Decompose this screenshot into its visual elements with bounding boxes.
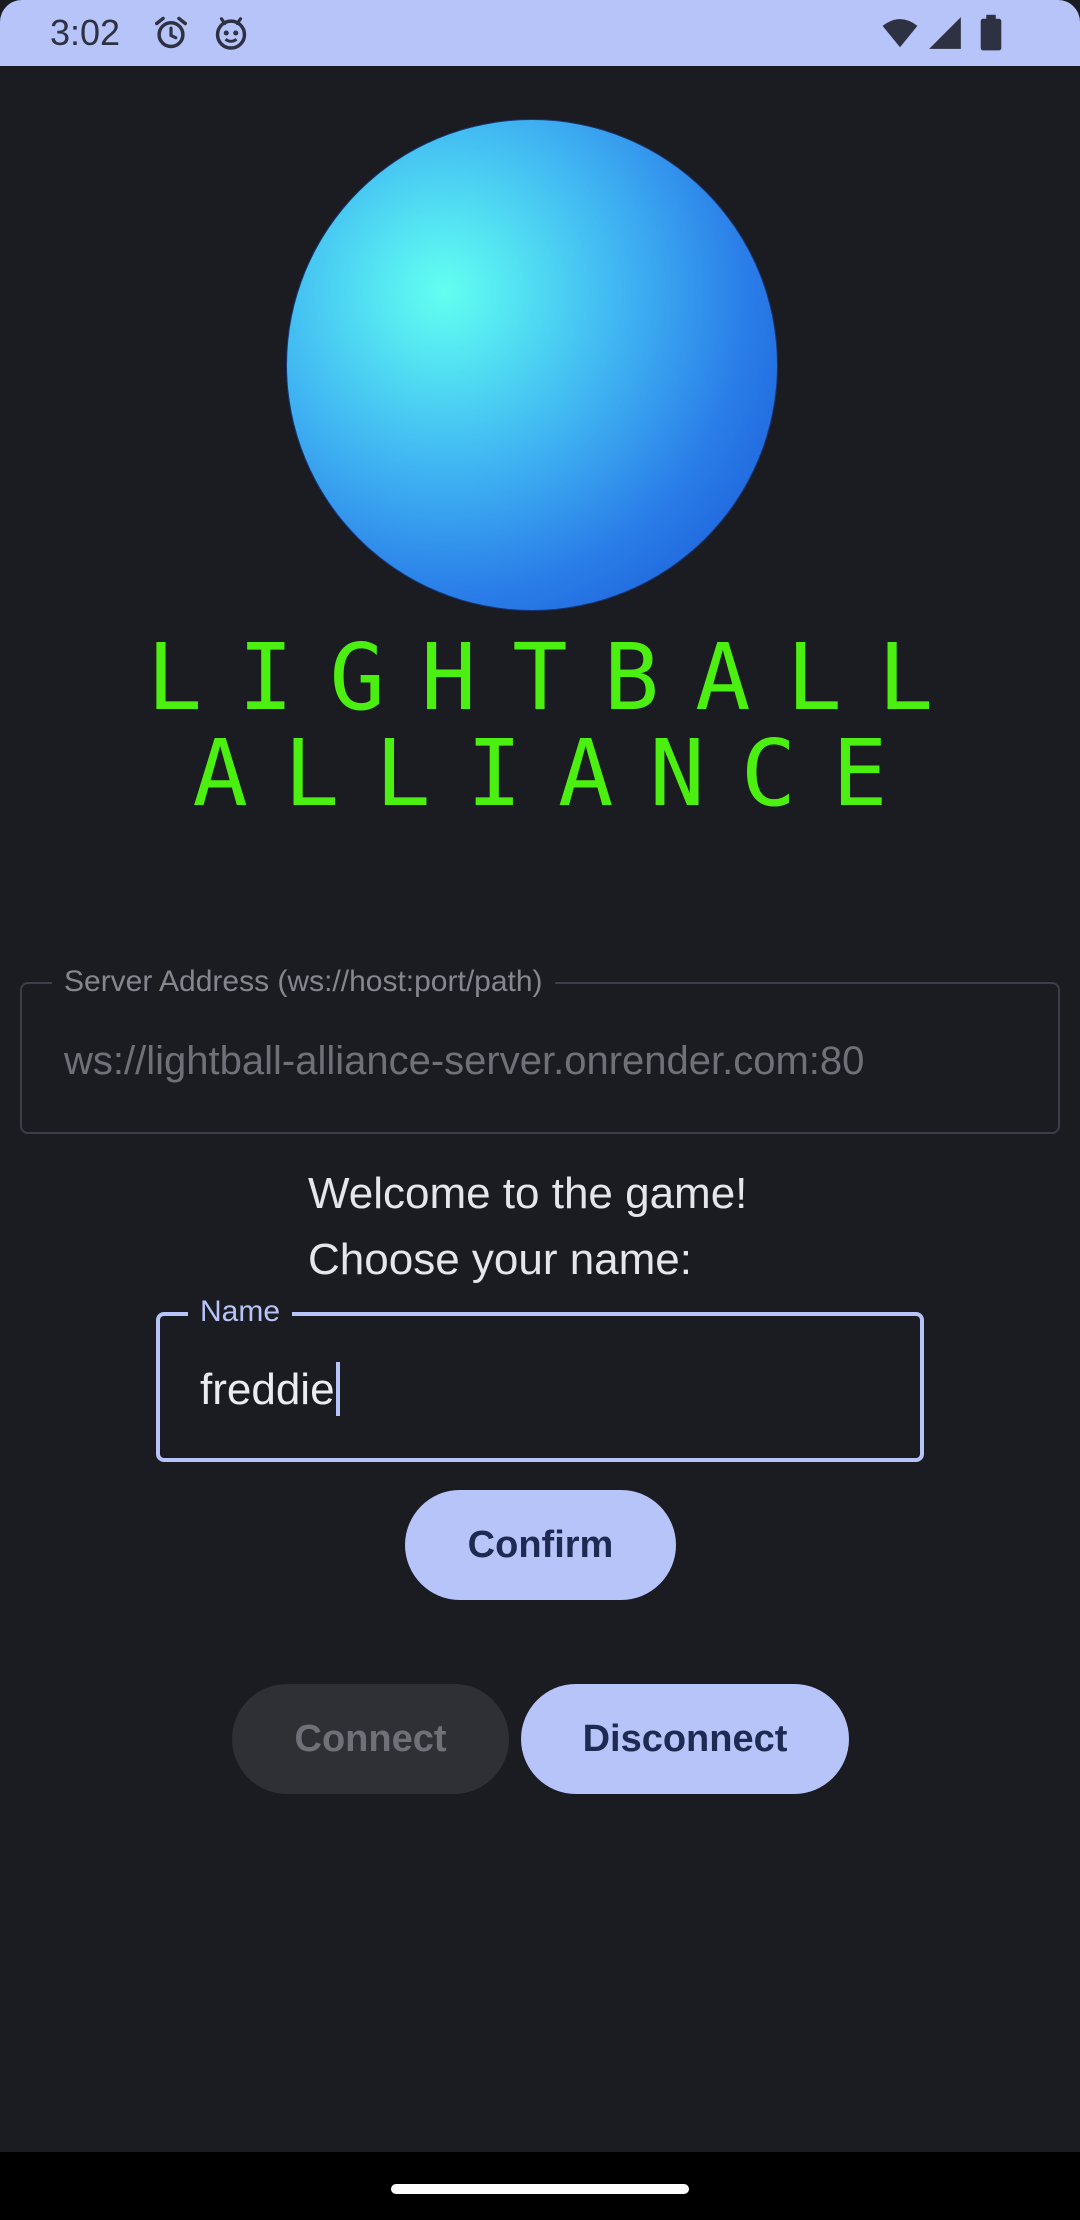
- disconnect-button[interactable]: Disconnect: [521, 1684, 849, 1794]
- alarm-icon: [155, 16, 187, 49]
- home-gesture-handle[interactable]: [391, 2184, 689, 2194]
- cellular-signal-icon: [929, 17, 961, 49]
- confirm-button[interactable]: Confirm: [405, 1490, 676, 1600]
- welcome-text: Welcome to the game!: [308, 1169, 748, 1218]
- name-input[interactable]: freddie: [200, 1362, 340, 1418]
- logo-title-line2: ALLIANCE: [192, 720, 924, 827]
- wifi-icon: [882, 19, 918, 48]
- debug-bot-icon: [215, 17, 247, 50]
- choose-name-text: Choose your name:: [308, 1235, 692, 1284]
- text-caret: [335, 1362, 340, 1417]
- connect-button[interactable]: Connect: [232, 1684, 509, 1794]
- server-address-label: Server Address (ws://host:port/path): [52, 962, 555, 1002]
- battery-icon: [980, 14, 1002, 51]
- logo-title-line1: LIGHTBALL: [146, 624, 970, 731]
- status-time: 3:02: [50, 12, 121, 53]
- app-screen: 3:02 LIGHTBALL ALLIANCE Server Address (…: [0, 0, 1080, 2220]
- logo-ball: [287, 120, 777, 610]
- navigation-bar: [0, 2152, 1080, 2220]
- server-address-input[interactable]: ws://lightball-alliance-server.onrender.…: [64, 1036, 1044, 1086]
- name-input-value: freddie: [200, 1365, 335, 1414]
- name-field-label: Name: [188, 1292, 293, 1332]
- status-bar: 3:02: [0, 0, 1080, 66]
